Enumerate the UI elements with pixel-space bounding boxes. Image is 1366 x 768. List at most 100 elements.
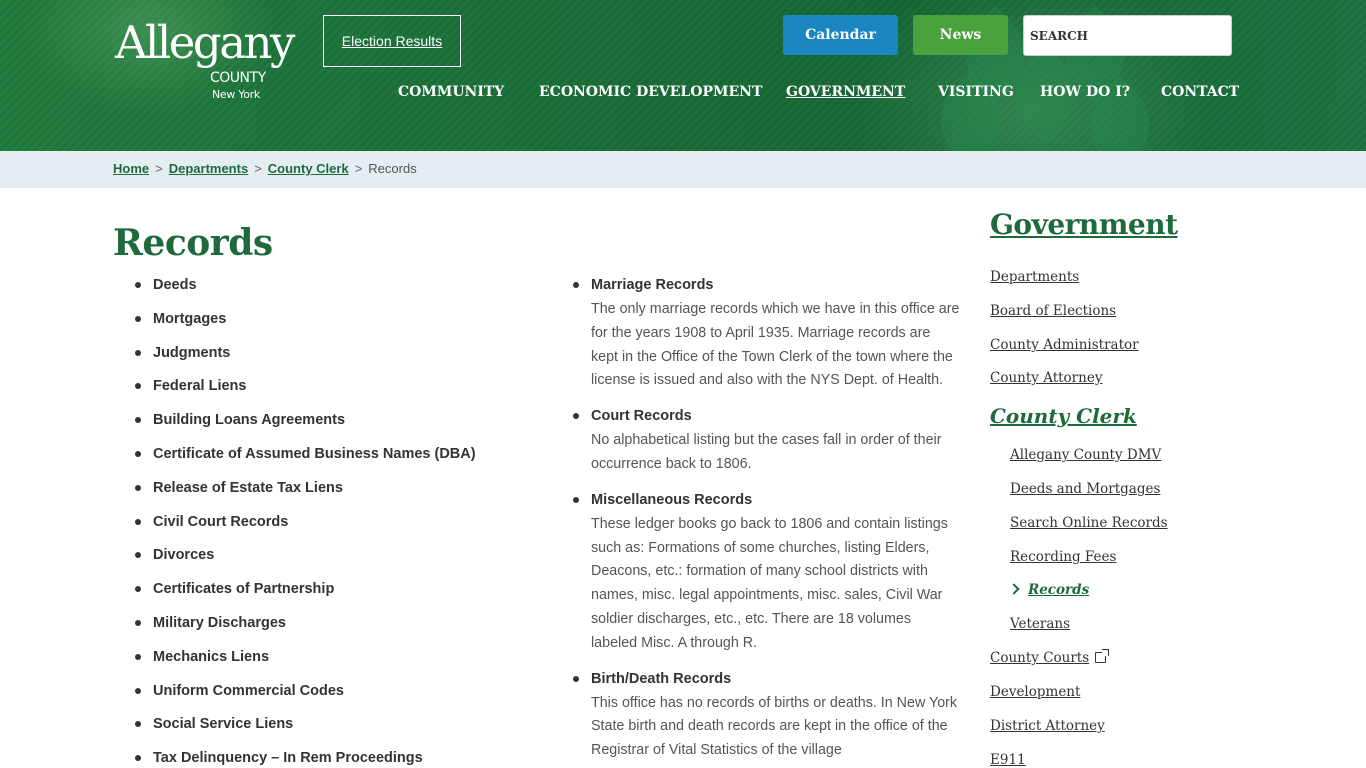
record-description: This office has no records of births or … <box>591 694 958 759</box>
sidebar-item-development[interactable]: Development <box>990 684 1080 700</box>
list-item: Mechanics Liens <box>113 644 533 678</box>
records-list: Deeds Mortgages Judgments Federal Liens … <box>113 272 533 768</box>
sidebar-item-records-current[interactable]: Records <box>1008 582 1090 598</box>
breadcrumb-bar: Home > Departments > County Clerk > Records <box>0 151 1366 188</box>
bullet-icon <box>135 619 141 626</box>
logo-main-text: Allegany <box>115 16 295 69</box>
sidebar-title[interactable]: Government <box>990 208 1178 241</box>
bullet-icon <box>135 755 141 762</box>
nav-economic-development[interactable]: ECONOMIC DEVELOPMENT <box>539 82 762 102</box>
sidebar-item-veterans[interactable]: Veterans <box>1010 616 1070 632</box>
bullet-icon <box>135 484 141 491</box>
list-item: Military Discharges <box>113 610 533 644</box>
nav-contact[interactable]: CONTACT <box>1161 82 1239 102</box>
list-item: Court Records No alphabetical listing bu… <box>551 403 961 477</box>
breadcrumb-current: Records <box>368 161 417 176</box>
list-item-label: Mechanics Liens <box>153 648 270 665</box>
list-item-label: Social Service Liens <box>153 716 294 733</box>
list-item: Miscellaneous Records These ledger books… <box>551 487 961 656</box>
list-item: Mortgages <box>113 306 533 340</box>
sidebar-item-label: County Courts <box>990 650 1090 666</box>
sidebar-item-district-attorney[interactable]: District Attorney <box>990 718 1105 734</box>
record-title: Miscellaneous Records <box>591 491 753 508</box>
breadcrumb-home[interactable]: Home <box>113 161 149 176</box>
bullet-icon <box>135 417 141 424</box>
list-item: Building Loans Agreements <box>113 407 533 441</box>
list-item-label: Deeds <box>153 277 197 293</box>
record-title: Court Records <box>591 408 692 425</box>
sidebar-item-county-courts[interactable]: County Courts <box>990 649 1110 666</box>
list-item-label: Mortgages <box>153 310 227 327</box>
breadcrumb-separator: > <box>155 161 163 176</box>
sidebar-item-board-of-elections[interactable]: Board of Elections <box>990 303 1116 319</box>
bullet-icon <box>135 653 141 660</box>
sidebar-section-county-clerk[interactable]: County Clerk <box>990 404 1137 428</box>
sidebar-item-search-online-records[interactable]: Search Online Records <box>1010 515 1168 531</box>
bullet-icon <box>135 315 141 322</box>
site-header: Allegany COUNTY New York Election Result… <box>0 0 1366 151</box>
list-item: Certificates of Partnership <box>113 576 533 610</box>
bullet-icon <box>135 552 141 559</box>
nav-government[interactable]: GOVERNMENT <box>786 82 905 102</box>
record-description: The only marriage records which we have … <box>591 301 960 389</box>
list-item-label: Uniform Commercial Codes <box>153 682 344 699</box>
sidebar-current-label: Records <box>1028 582 1090 598</box>
bullet-icon <box>135 687 141 694</box>
list-item-label: Federal Liens <box>153 378 247 395</box>
news-button[interactable]: News <box>913 15 1008 55</box>
list-item: Social Service Liens <box>113 711 533 745</box>
list-item: Release of Estate Tax Liens <box>113 475 533 509</box>
list-item: Deeds <box>113 272 533 306</box>
nav-visiting[interactable]: VISITING <box>938 82 1014 102</box>
list-item-label: Judgments <box>153 344 231 361</box>
breadcrumb: Home > Departments > County Clerk > Records <box>113 161 417 176</box>
page-title: Records <box>113 222 273 264</box>
external-link-icon <box>1095 649 1110 663</box>
list-item-label: Building Loans Agreements <box>153 412 346 429</box>
bullet-icon <box>135 282 141 288</box>
sidebar-item-e911[interactable]: E911 <box>990 752 1026 768</box>
breadcrumb-separator: > <box>254 161 262 176</box>
sidebar-item-departments[interactable]: Departments <box>990 269 1079 285</box>
breadcrumb-county-clerk[interactable]: County Clerk <box>268 161 349 176</box>
record-description: No alphabetical listing but the cases fa… <box>591 432 942 472</box>
bullet-icon <box>573 496 579 503</box>
list-item: Judgments <box>113 340 533 374</box>
list-item: Certificate of Assumed Business Names (D… <box>113 441 533 475</box>
list-item-label: Certificate of Assumed Business Names (D… <box>153 445 476 462</box>
bullet-icon <box>573 282 579 288</box>
list-item: Tax Delinquency – In Rem Proceedings <box>113 745 533 768</box>
search-input[interactable] <box>1023 15 1232 56</box>
breadcrumb-separator: > <box>354 161 363 176</box>
list-item: Marriage Records The only marriage recor… <box>551 272 961 393</box>
chevron-right-icon <box>1008 583 1020 595</box>
records-descriptions: Marriage Records The only marriage recor… <box>551 272 961 768</box>
list-item: Birth/Death Records This office has no r… <box>551 666 961 763</box>
record-description: These ledger books go back to 1806 and c… <box>591 515 948 651</box>
sidebar-item-dmv[interactable]: Allegany County DMV <box>1010 447 1161 463</box>
nav-community[interactable]: COMMUNITY <box>398 82 504 102</box>
list-item-label: Certificates of Partnership <box>153 581 335 598</box>
bullet-icon <box>135 349 141 356</box>
sidebar-item-deeds-and-mortgages[interactable]: Deeds and Mortgages <box>1010 481 1160 497</box>
list-item: Civil Court Records <box>113 509 533 543</box>
bullet-icon <box>135 383 141 390</box>
calendar-button[interactable]: Calendar <box>783 15 898 55</box>
election-results-button[interactable]: Election Results <box>323 15 461 67</box>
sidebar-item-recording-fees[interactable]: Recording Fees <box>1010 549 1116 565</box>
bullet-icon <box>135 518 141 525</box>
site-logo[interactable]: Allegany COUNTY New York <box>113 12 295 107</box>
nav-how-do-i[interactable]: HOW DO I? <box>1040 82 1130 102</box>
breadcrumb-departments[interactable]: Departments <box>169 161 248 176</box>
list-item: Uniform Commercial Codes <box>113 678 533 712</box>
list-item-label: Civil Court Records <box>153 513 289 530</box>
bullet-icon <box>573 675 579 682</box>
list-item: Divorces <box>113 542 533 576</box>
sidebar-item-county-attorney[interactable]: County Attorney <box>990 370 1102 386</box>
sidebar-item-county-administrator[interactable]: County Administrator <box>990 337 1139 353</box>
record-title: Birth/Death Records <box>591 670 732 687</box>
list-item-label: Military Discharges <box>153 614 286 631</box>
list-item: Federal Liens <box>113 373 533 407</box>
logo-state-text: New York <box>212 88 260 101</box>
list-item-label: Divorces <box>153 547 215 564</box>
